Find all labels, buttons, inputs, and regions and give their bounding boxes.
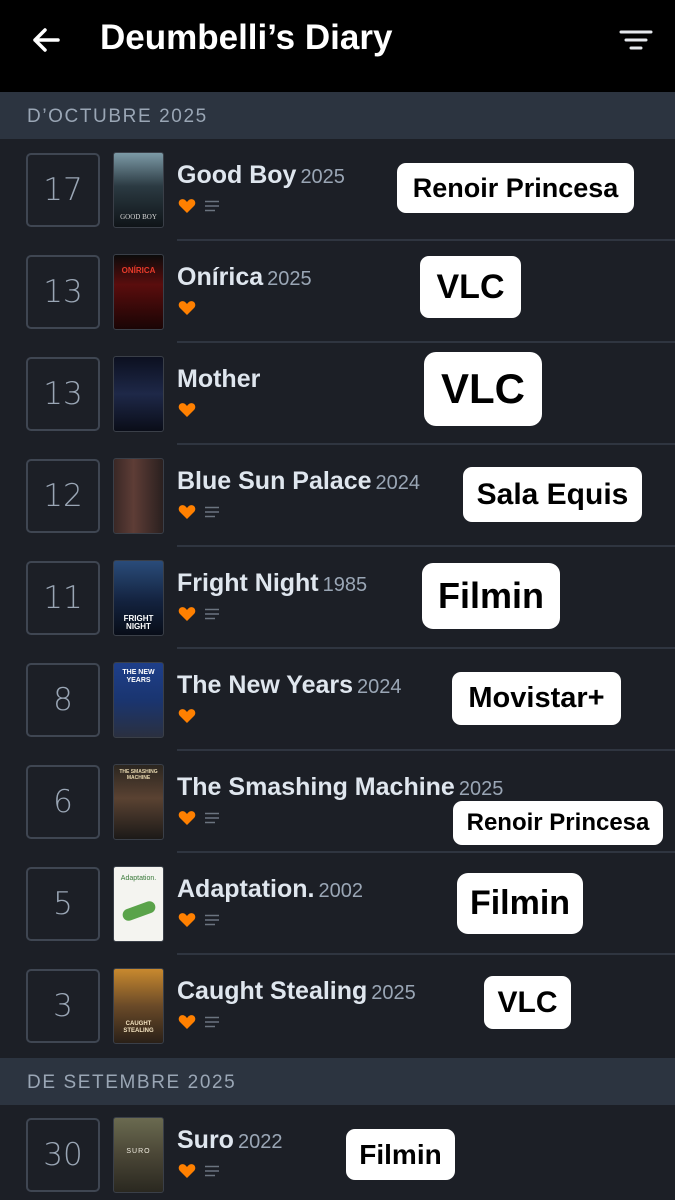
heart-icon: [178, 913, 196, 927]
day-box: 12: [26, 459, 100, 533]
film-title[interactable]: Fright Night 1985: [177, 569, 367, 598]
day-number: 17: [43, 172, 83, 208]
poster-the-new-years[interactable]: THE NEW YEARS: [113, 662, 164, 738]
venue-tag: Filmin: [346, 1129, 455, 1180]
day-number: 13: [43, 274, 83, 310]
review-lines-icon: [205, 200, 219, 212]
film-title[interactable]: Blue Sun Palace 2024: [177, 467, 420, 496]
day-number: 3: [53, 988, 73, 1024]
day-number: 30: [43, 1137, 83, 1173]
poster-good-boy[interactable]: GOOD BOY: [113, 152, 164, 228]
day-box: 6: [26, 765, 100, 839]
day-number: 13: [43, 376, 83, 412]
poster-text: SURO: [126, 1148, 151, 1155]
diary-entry-mother[interactable]: 13 Mother: [0, 343, 675, 445]
section-label: DE SETEMBRE 2025: [27, 1072, 237, 1093]
day-box: 8: [26, 663, 100, 737]
poster-caught-stealing[interactable]: CAUGHT STEALING: [113, 968, 164, 1044]
diary-entry-suro[interactable]: 30 SURO Suro 2022: [0, 1104, 675, 1200]
heart-icon: [178, 199, 196, 213]
day-number: 12: [43, 478, 83, 514]
poster-text: CAUGHT STEALING: [123, 1021, 154, 1034]
film-title[interactable]: Suro 2022: [177, 1126, 282, 1155]
poster-suro[interactable]: SURO: [113, 1117, 164, 1193]
heart-icon: [178, 505, 196, 519]
heart-icon: [178, 709, 196, 723]
section-header-october: D’OCTUBRE 2025: [0, 92, 675, 139]
day-number: 5: [53, 886, 73, 922]
day-box: 11: [26, 561, 100, 635]
review-lines-icon: [205, 812, 219, 824]
heart-icon: [178, 301, 196, 315]
app-header: Deumbelli’s Diary: [0, 0, 675, 92]
poster-text: ONÍRICA: [121, 266, 156, 275]
venue-tag: VLC: [484, 976, 571, 1029]
day-box: 3: [26, 969, 100, 1043]
film-title[interactable]: Onírica 2025: [177, 263, 312, 292]
film-title[interactable]: The Smashing Machine 2025: [177, 773, 503, 802]
day-box: 13: [26, 357, 100, 431]
heart-icon: [178, 811, 196, 825]
diary-entry-onirica[interactable]: 13 ONÍRICA Onírica 2025: [0, 241, 675, 343]
venue-tag: Movistar+: [452, 672, 621, 725]
review-lines-icon: [205, 1016, 219, 1028]
back-arrow-icon[interactable]: [28, 22, 64, 58]
poster-text: GOOD BOY: [120, 213, 157, 221]
poster-adaptation[interactable]: Adaptation.: [113, 866, 164, 942]
film-title[interactable]: Caught Stealing 2025: [177, 977, 416, 1006]
poster-the-smashing-machine[interactable]: THE SMASHING MACHINE: [113, 764, 164, 840]
venue-tag: Renoir Princesa: [453, 801, 663, 845]
venue-tag: Sala Equis: [463, 467, 642, 522]
review-lines-icon: [205, 1165, 219, 1177]
film-title[interactable]: The New Years 2024: [177, 671, 402, 700]
day-number: 8: [53, 682, 73, 718]
day-box: 30: [26, 1118, 100, 1192]
venue-tag: VLC: [424, 352, 542, 426]
day-box: 13: [26, 255, 100, 329]
heart-icon: [178, 403, 196, 417]
day-number: 6: [53, 784, 73, 820]
poster-flower-graphic: [120, 899, 158, 923]
review-lines-icon: [205, 914, 219, 926]
review-lines-icon: [205, 506, 219, 518]
venue-tag: VLC: [420, 256, 521, 318]
heart-icon: [178, 1015, 196, 1029]
page-title: Deumbelli’s Diary: [100, 18, 393, 57]
heart-icon: [178, 607, 196, 621]
filter-icon[interactable]: [618, 24, 654, 56]
heart-icon: [178, 1164, 196, 1178]
venue-tag: Renoir Princesa: [397, 163, 634, 213]
section-label: D’OCTUBRE 2025: [27, 106, 208, 127]
venue-tag: Filmin: [422, 563, 560, 629]
poster-text: THE NEW YEARS: [122, 669, 155, 684]
day-number: 11: [43, 580, 83, 616]
day-box: 17: [26, 153, 100, 227]
section-header-september: DE SETEMBRE 2025: [0, 1058, 675, 1105]
venue-tag: Filmin: [457, 873, 583, 934]
diary-entry-caught-stealing[interactable]: 3 CAUGHT STEALING Caught Stealing 2025: [0, 955, 675, 1057]
diary-entry-fright-night[interactable]: 11 FRIGHT NIGHT Fright Night 1985: [0, 547, 675, 649]
poster-onirica[interactable]: ONÍRICA: [113, 254, 164, 330]
poster-fright-night[interactable]: FRIGHT NIGHT: [113, 560, 164, 636]
poster-text: FRIGHT NIGHT: [123, 614, 154, 631]
poster-text: Adaptation.: [120, 875, 157, 882]
day-box: 5: [26, 867, 100, 941]
review-lines-icon: [205, 608, 219, 620]
poster-mother[interactable]: [113, 356, 164, 432]
film-title[interactable]: Mother: [177, 365, 264, 394]
film-title[interactable]: Adaptation. 2002: [177, 875, 363, 904]
film-title[interactable]: Good Boy 2025: [177, 161, 345, 190]
poster-text: THE SMASHING MACHINE: [119, 769, 158, 781]
poster-blue-sun-palace[interactable]: [113, 458, 164, 534]
